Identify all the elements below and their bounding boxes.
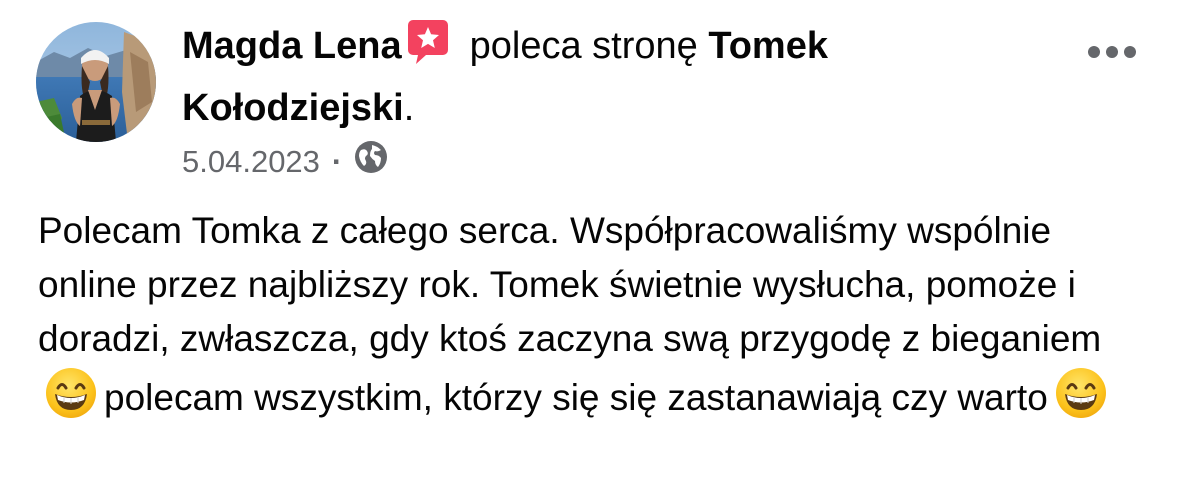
more-dot bbox=[1124, 46, 1136, 58]
post-meta: 5.04.2023 · bbox=[182, 140, 388, 184]
author-avatar[interactable] bbox=[36, 22, 156, 142]
globe-icon[interactable] bbox=[354, 140, 388, 184]
recommendation-post: Magda Lena poleca stronę Tomek Kołodziejsk… bbox=[0, 0, 1179, 482]
header-period: . bbox=[403, 87, 415, 129]
post-body: Polecam Tomka z całego serca. Współpraco… bbox=[38, 204, 1148, 435]
recommend-star-icon bbox=[407, 20, 448, 80]
grinning-face-icon bbox=[44, 366, 98, 435]
post-body-part1: Polecam Tomka z całego serca. Współpraco… bbox=[38, 210, 1102, 359]
page-name-first[interactable]: Tomek bbox=[708, 25, 828, 67]
author-name[interactable]: Magda Lena bbox=[182, 25, 402, 67]
recommend-verb: poleca stronę bbox=[469, 25, 698, 67]
page-name-last[interactable]: Kołodziejski bbox=[182, 87, 404, 129]
more-dot bbox=[1088, 46, 1100, 58]
post-body-part2: polecam wszystkim, którzy się się zastan… bbox=[104, 377, 1048, 418]
meta-separator: · bbox=[331, 144, 343, 179]
more-options-button[interactable] bbox=[1078, 34, 1146, 70]
grinning-face-icon bbox=[1054, 366, 1108, 435]
more-dot bbox=[1106, 46, 1118, 58]
post-date[interactable]: 5.04.2023 bbox=[182, 142, 320, 182]
post-header: Magda Lena poleca stronę Tomek Kołodziejsk… bbox=[182, 18, 1032, 136]
avatar-photo bbox=[36, 22, 156, 142]
